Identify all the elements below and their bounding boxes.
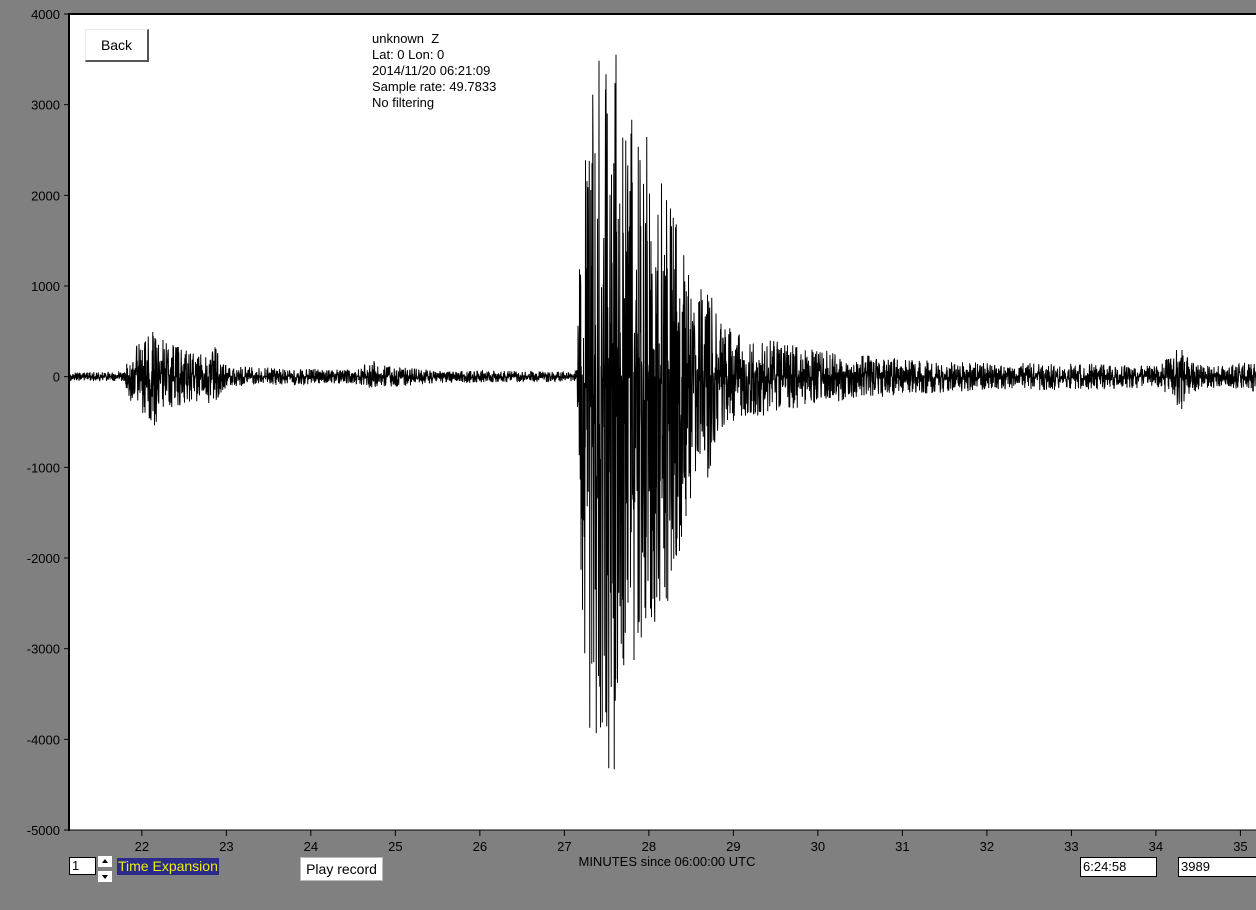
y-tick-label: 2000 [31, 188, 60, 203]
x-tick-label: 27 [557, 839, 571, 854]
y-tick-label: 4000 [31, 7, 60, 22]
spin-down-arrow-icon[interactable] [97, 870, 113, 883]
spin-up-arrow-icon[interactable] [97, 855, 113, 868]
x-tick-label: 31 [895, 839, 909, 854]
time-expansion-label: Time Expansion [117, 858, 219, 875]
x-tick-label: 33 [1064, 839, 1078, 854]
x-tick-label: 26 [473, 839, 487, 854]
x-tick-label: 28 [642, 839, 656, 854]
datetime-text: 2014/11/20 06:21:09 [372, 63, 490, 78]
x-tick-label: 29 [726, 839, 740, 854]
station-name-text: unknown Z [372, 31, 439, 46]
play-record-button[interactable]: Play record [300, 857, 383, 881]
cursor-value-field[interactable]: 3989 [1178, 857, 1256, 877]
x-tick-label: 35 [1233, 839, 1247, 854]
x-tick-label: 23 [219, 839, 233, 854]
location-text: Lat: 0 Lon: 0 [372, 47, 444, 62]
y-tick-label: -2000 [27, 551, 60, 566]
y-tick-label: 3000 [31, 98, 60, 113]
y-tick-label: -5000 [27, 823, 60, 838]
cursor-time-field[interactable]: 6:24:58 [1080, 857, 1157, 877]
time-expansion-input[interactable]: 1 [69, 857, 96, 875]
y-tick-label: 1000 [31, 279, 60, 294]
sample-rate-text: Sample rate: 49.7833 [372, 79, 496, 94]
y-tick-label: -1000 [27, 460, 60, 475]
x-tick-label: 24 [304, 839, 318, 854]
x-tick-label: 22 [135, 839, 149, 854]
x-tick-label: 34 [1149, 839, 1163, 854]
x-tick-label: 32 [980, 839, 994, 854]
x-tick-label: 25 [388, 839, 402, 854]
y-tick-label: 0 [53, 370, 60, 385]
y-tick-label: -3000 [27, 642, 60, 657]
seismogram-chart: 4000 3000 2000 1000 0 -1000 -2000 -3000 -4000 -50… [0, 0, 1256, 910]
filter-text: No filtering [372, 95, 434, 110]
back-button[interactable]: Back [85, 29, 149, 62]
y-tick-label: -4000 [27, 732, 60, 747]
x-axis-label: MINUTES since 06:00:00 UTC [578, 854, 755, 869]
x-tick-label: 30 [811, 839, 825, 854]
